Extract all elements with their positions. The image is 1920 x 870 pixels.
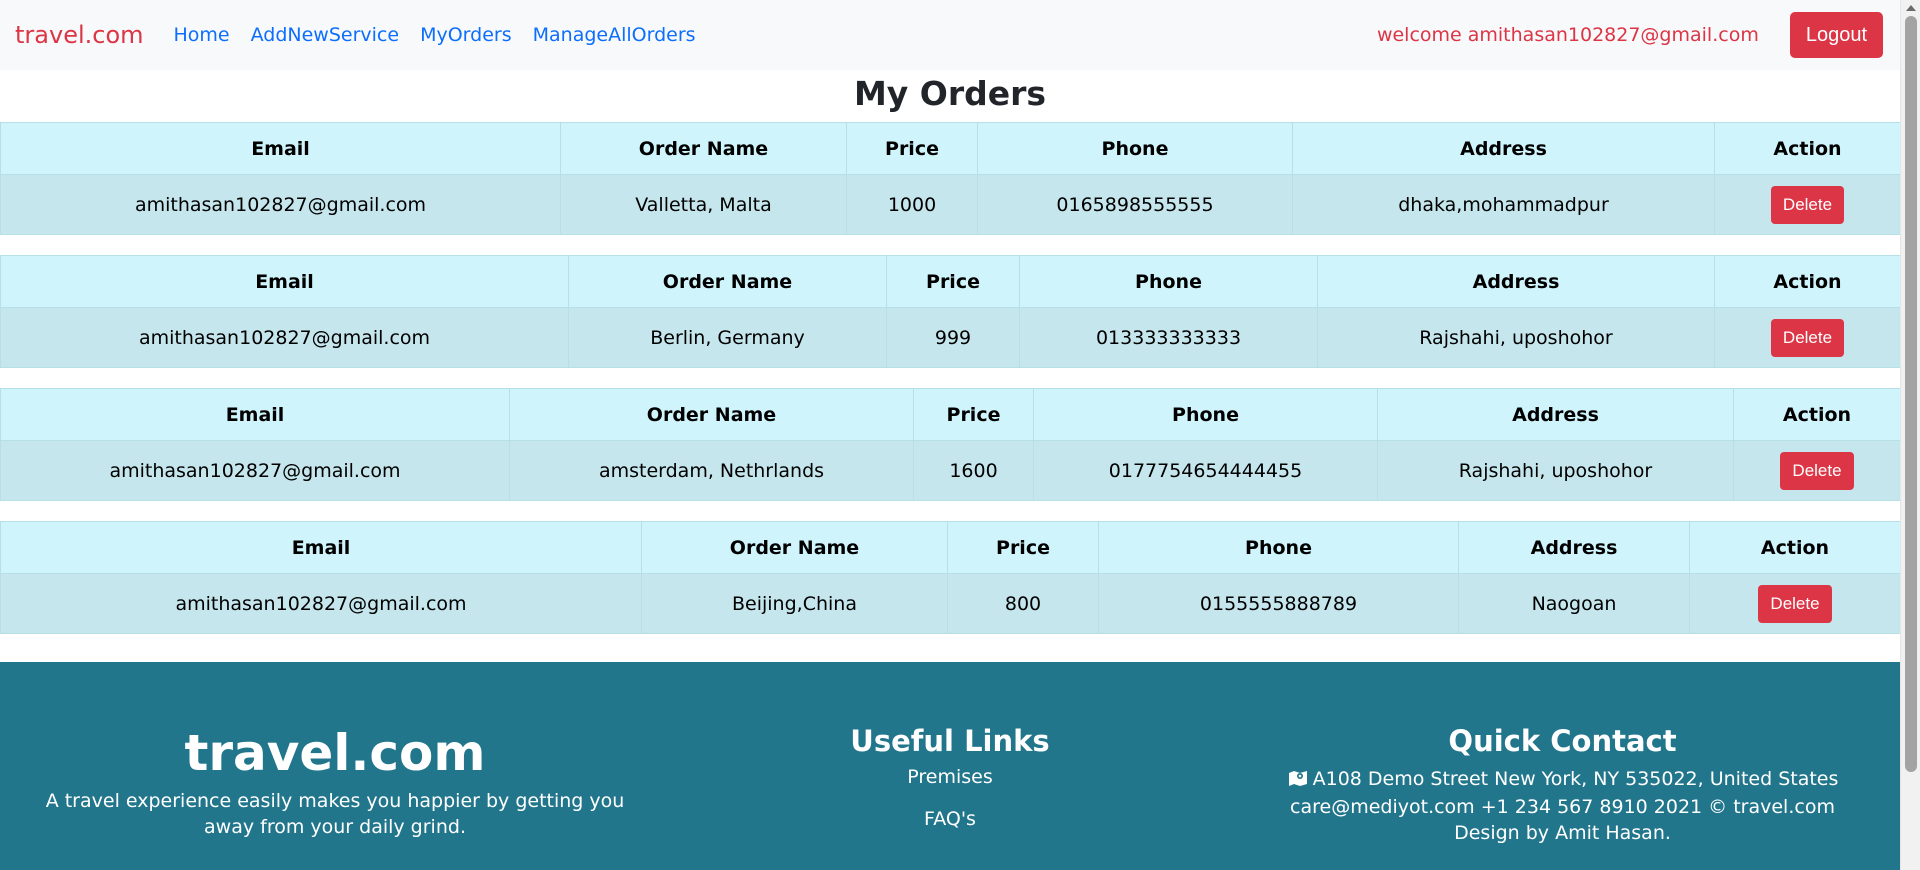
header-phone: Phone (1033, 388, 1378, 441)
header-price: Price (886, 255, 1020, 308)
footer: travel.com A travel experience easily ma… (0, 662, 1900, 870)
cell-phone: 0165898555555 (977, 174, 1293, 235)
header-price: Price (947, 521, 1099, 574)
cell-order-name: Beijing,China (641, 573, 948, 634)
header-address: Address (1317, 255, 1715, 308)
cell-action: Delete (1714, 174, 1901, 235)
header-email: Email (0, 122, 561, 175)
header-order-name: Order Name (509, 388, 914, 441)
navbar: travel.com Home AddNewService MyOrders M… (0, 0, 1900, 70)
cell-action: Delete (1714, 307, 1901, 368)
header-price: Price (846, 122, 978, 175)
cell-address: Naogoan (1458, 573, 1690, 634)
table-header-row: Email Order Name Price Phone Address Act… (0, 122, 1901, 175)
vertical-scrollbar[interactable] (1900, 0, 1920, 870)
nav-add-new-service-link[interactable]: AddNewService (251, 24, 399, 46)
order-table: Email Order Name Price Phone Address Act… (0, 255, 1901, 368)
cell-order-name: Valletta, Malta (560, 174, 847, 235)
delete-button[interactable]: Delete (1780, 451, 1854, 490)
order-table: Email Order Name Price Phone Address Act… (0, 388, 1901, 501)
contact-info: A108 Demo Street New York, NY 535022, Un… (1270, 766, 1855, 846)
table-row: amithasan102827@gmail.com Valletta, Malt… (0, 174, 1901, 235)
delete-button[interactable]: Delete (1758, 584, 1832, 623)
table-header-row: Email Order Name Price Phone Address Act… (0, 255, 1901, 308)
brand-link[interactable]: travel.com (15, 21, 144, 49)
header-email: Email (0, 388, 510, 441)
table-row: amithasan102827@gmail.com Berlin, German… (0, 307, 1901, 368)
header-order-name: Order Name (568, 255, 887, 308)
header-order-name: Order Name (560, 122, 847, 175)
cell-address: dhaka,mohammadpur (1292, 174, 1715, 235)
header-price: Price (913, 388, 1034, 441)
footer-description: A travel experience easily makes you hap… (45, 790, 625, 838)
footer-link-faqs[interactable]: FAQ's (800, 808, 1100, 830)
footer-about: travel.com A travel experience easily ma… (40, 724, 630, 840)
nav-links: Home AddNewService MyOrders ManageAllOrd… (174, 24, 717, 46)
nav-right: welcome amithasan102827@gmail.com Logout (1377, 12, 1885, 58)
header-email: Email (0, 255, 569, 308)
scrollbar-thumb[interactable] (1905, 16, 1917, 772)
cell-order-name: amsterdam, Nethrlands (509, 440, 914, 501)
header-phone: Phone (977, 122, 1293, 175)
nav-my-orders-link[interactable]: MyOrders (420, 24, 512, 46)
delete-button[interactable]: Delete (1770, 185, 1845, 224)
quick-contact-title: Quick Contact (1448, 724, 1677, 758)
header-order-name: Order Name (641, 521, 948, 574)
map-marker-icon (1287, 768, 1309, 794)
welcome-text: welcome amithasan102827@gmail.com (1376, 24, 1759, 46)
header-action: Action (1714, 122, 1901, 175)
cell-phone: 013333333333 (1019, 307, 1318, 368)
cell-phone: 0177754654444455 (1033, 440, 1378, 501)
cell-address: Rajshahi, uposhohor (1377, 440, 1734, 501)
useful-links-title: Useful Links (850, 724, 1050, 758)
order-table: Email Order Name Price Phone Address Act… (0, 122, 1901, 235)
cell-phone: 0155555888789 (1098, 573, 1459, 634)
footer-quick-contact: Quick Contact A108 Demo Street New York,… (1270, 724, 1855, 846)
page-title: My Orders (853, 74, 1047, 113)
nav-manage-all-orders-link[interactable]: ManageAllOrders (533, 24, 696, 46)
header-address: Address (1377, 388, 1734, 441)
order-table: Email Order Name Price Phone Address Act… (0, 521, 1901, 634)
footer-useful-links: Useful Links Premises FAQ's (800, 724, 1100, 830)
cell-order-name: Berlin, Germany (568, 307, 887, 368)
cell-price: 800 (947, 573, 1099, 634)
header-address: Address (1292, 122, 1715, 175)
cell-price: 1600 (913, 440, 1034, 501)
table-header-row: Email Order Name Price Phone Address Act… (0, 521, 1901, 574)
cell-email: amithasan102827@gmail.com (0, 440, 510, 501)
table-row: amithasan102827@gmail.com Beijing,China … (0, 573, 1901, 634)
header-phone: Phone (1019, 255, 1318, 308)
header-email: Email (0, 521, 642, 574)
cell-price: 1000 (846, 174, 978, 235)
cell-action: Delete (1689, 573, 1901, 634)
cell-email: amithasan102827@gmail.com (0, 573, 642, 634)
header-phone: Phone (1098, 521, 1459, 574)
cell-email: amithasan102827@gmail.com (0, 307, 569, 368)
header-address: Address (1458, 521, 1690, 574)
table-header-row: Email Order Name Price Phone Address Act… (0, 388, 1901, 441)
header-action: Action (1689, 521, 1901, 574)
cell-price: 999 (886, 307, 1020, 368)
nav-home-link[interactable]: Home (174, 24, 230, 46)
footer-brand: travel.com (184, 724, 486, 782)
footer-link-premises[interactable]: Premises (800, 766, 1100, 788)
cell-email: amithasan102827@gmail.com (0, 174, 561, 235)
table-row: amithasan102827@gmail.com amsterdam, Net… (0, 440, 1901, 501)
header-action: Action (1733, 388, 1901, 441)
delete-button[interactable]: Delete (1770, 318, 1845, 357)
cell-address: Rajshahi, uposhohor (1317, 307, 1715, 368)
logout-button[interactable]: Logout (1789, 12, 1883, 58)
contact-text: A108 Demo Street New York, NY 535022, Un… (1290, 768, 1839, 844)
header-action: Action (1714, 255, 1901, 308)
cell-action: Delete (1733, 440, 1901, 501)
scroll-up-arrow-icon[interactable] (1906, 5, 1916, 11)
